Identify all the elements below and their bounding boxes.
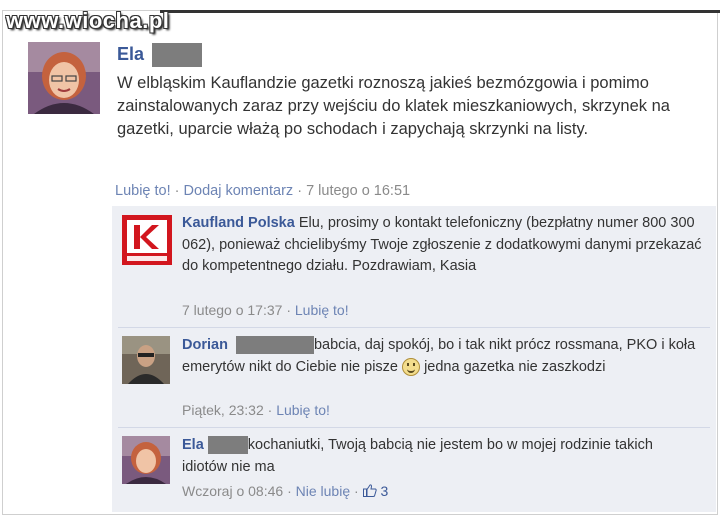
comment-timestamp[interactable]: 7 lutego o 17:37 (182, 302, 282, 318)
comment-message: kochaniutki, Twoją babcią nie jestem bo … (182, 437, 653, 475)
comment-message-end: jedna gazetka nie zaszkodzi (424, 358, 606, 375)
comment-author[interactable]: Dorian (182, 337, 228, 353)
avatar[interactable] (122, 436, 170, 484)
post-text: W elbląskim Kauflandzie gazetki roznoszą… (117, 74, 670, 138)
comment-divider (118, 427, 710, 428)
comment-timestamp[interactable]: Wczoraj o 08:46 (182, 483, 283, 499)
smiley-icon (402, 357, 421, 376)
thumbs-up-icon[interactable] (362, 483, 377, 499)
likes-count[interactable]: 3 (380, 483, 388, 499)
like-link[interactable]: Lubię to! (276, 402, 330, 418)
comment-author[interactable]: Kaufland Polska (182, 215, 295, 231)
comment-author[interactable]: Ela (182, 437, 204, 453)
comment-text: Kaufland Polska Elu, prosimy o kontakt t… (182, 213, 702, 278)
comment-divider (118, 327, 710, 328)
post-author: Ela (117, 43, 203, 67)
kaufland-logo[interactable] (122, 215, 172, 265)
unlike-link[interactable]: Nie lubię (296, 483, 350, 499)
redacted-surname (152, 43, 203, 67)
comment-meta: Piątek, 23:32 · Lubię to! (182, 402, 330, 418)
redacted-surname (235, 336, 314, 355)
comment-text: Ela kochaniutki, Twoją babcią nie jestem … (182, 435, 702, 478)
post-author-name[interactable]: Ela (117, 44, 144, 64)
add-comment-link[interactable]: Dodaj komentarz (184, 183, 294, 199)
avatar[interactable] (122, 336, 170, 384)
watermark: www.wiocha.pl (6, 8, 170, 33)
separator: · (174, 183, 180, 199)
post-timestamp[interactable]: 7 lutego o 16:51 (306, 183, 410, 199)
avatar[interactable] (28, 42, 100, 114)
comment-meta: 7 lutego o 17:37 · Lubię to! (182, 302, 349, 318)
like-link[interactable]: Lubię to! (295, 302, 349, 318)
frame-top-border (160, 10, 720, 13)
comment-meta: Wczoraj o 08:46 · Nie lubię · 3 (182, 483, 389, 499)
post-meta: Lubię to! · Dodaj komentarz · 7 lutego o… (115, 183, 410, 199)
redacted-surname (207, 436, 248, 455)
like-link[interactable]: Lubię to! (115, 183, 171, 199)
comment-timestamp[interactable]: Piątek, 23:32 (182, 402, 264, 418)
comment-text: Dorian babcia, daj spokój, bo i tak nikt… (182, 335, 702, 378)
separator: · (297, 183, 303, 199)
